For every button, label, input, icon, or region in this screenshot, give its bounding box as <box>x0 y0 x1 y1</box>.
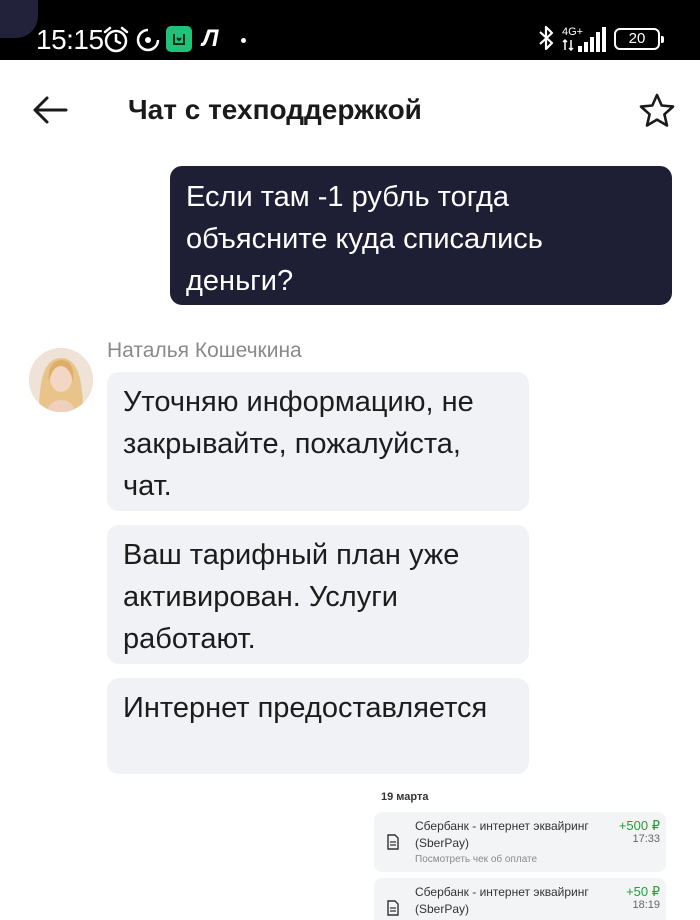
transaction-name: Сбербанк - интернет эквайринг <box>415 885 589 899</box>
receipt-icon <box>386 900 400 916</box>
transaction-method: (SberPay) <box>415 836 470 850</box>
transaction-card[interactable]: Сбербанк - интернет эквайринг (SberPay) … <box>374 812 666 872</box>
transaction-time: 18:19 <box>632 899 660 911</box>
transaction-time: 17:33 <box>632 833 660 845</box>
battery-icon: 20 <box>614 28 664 50</box>
bluetooth-icon <box>536 24 556 52</box>
camera-cutout <box>0 0 38 38</box>
transaction-card[interactable]: Сбербанк - интернет эквайринг (SberPay) … <box>374 878 666 920</box>
signal-icon: 4G+ <box>562 24 608 54</box>
status-bar: 15:15 Л 4G+ 20 <box>0 0 700 60</box>
outgoing-message[interactable]: Если там -1 рубль тогда объясните куда с… <box>170 166 672 305</box>
avatar[interactable] <box>29 348 93 412</box>
l-app-icon: Л <box>202 25 219 52</box>
transaction-method: (SberPay) <box>415 902 470 916</box>
music-disc-icon <box>136 28 160 52</box>
incoming-message[interactable]: Уточняю информацию, не закрывайте, пожал… <box>107 372 529 511</box>
arrow-left-icon[interactable] <box>30 93 70 127</box>
attachment-date: 19 марта <box>381 791 429 803</box>
alarm-icon <box>102 26 130 54</box>
green-app-icon <box>166 26 192 52</box>
receipt-icon <box>386 834 400 850</box>
incoming-message[interactable]: Ваш тарифный план уже активирован. Услуг… <box>107 525 529 664</box>
view-receipt-link[interactable]: Посмотреть чек об оплате <box>415 853 537 866</box>
page-title: Чат с техподдержкой <box>128 94 422 125</box>
star-icon[interactable] <box>638 92 676 130</box>
transaction-name: Сбербанк - интернет эквайринг <box>415 819 589 833</box>
network-type-label: 4G+ <box>562 26 583 38</box>
agent-name: Наталья Кошечкина <box>107 339 302 362</box>
chat-header: Чат с техподдержкой <box>0 60 700 160</box>
status-time: 15:15 <box>36 24 104 55</box>
incoming-message[interactable]: Интернет предоставляется <box>107 678 529 774</box>
dot-icon <box>241 38 246 43</box>
